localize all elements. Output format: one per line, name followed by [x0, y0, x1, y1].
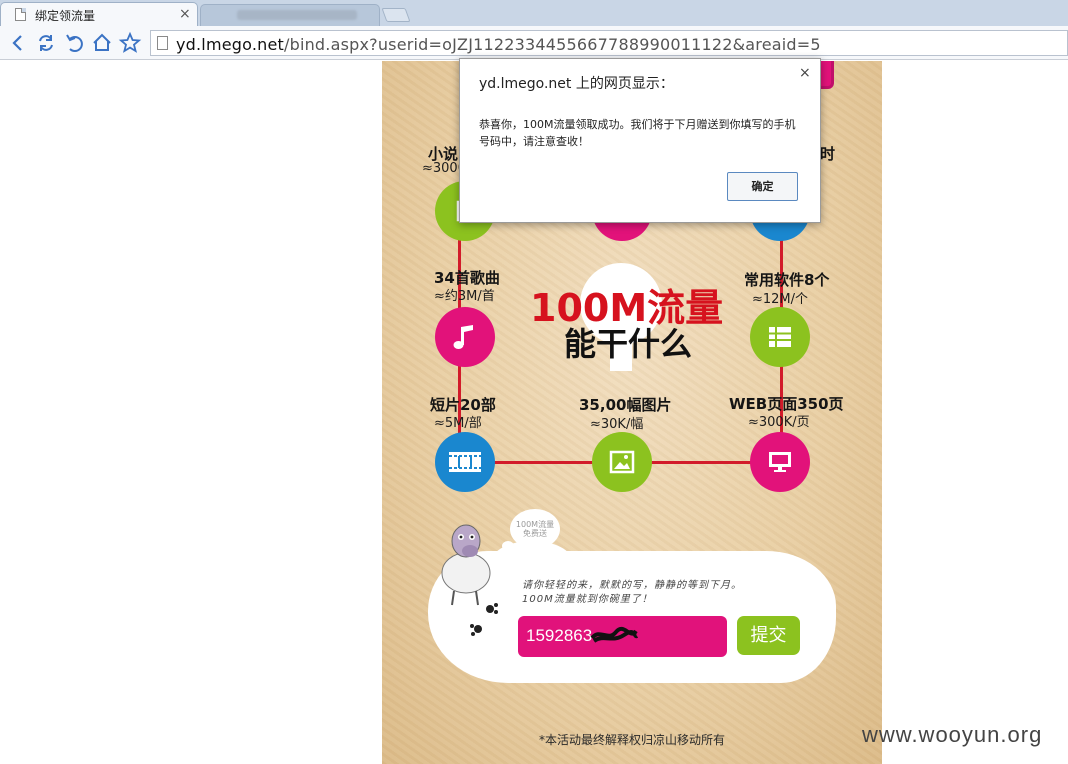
page-favicon-icon — [15, 8, 26, 21]
browser-toolbar: yd.lmego.net/bind.aspx?userid=oJZJ112233… — [0, 26, 1068, 60]
watermark: www.wooyun.org — [862, 722, 1043, 747]
thought-line-2: 免费送 — [523, 529, 547, 538]
tab-inactive[interactable] — [200, 4, 380, 26]
alert-dialog: yd.lmego.net 上的网页显示： × 恭喜你，100M流量领取成功。我们… — [459, 58, 821, 223]
url-path: /bind.aspx?userid=oJZJ112233445566778899… — [284, 35, 821, 54]
tab-strip: 绑定领流量 × — [0, 0, 1068, 26]
item-videos-detail: ≈5M/部 — [434, 416, 482, 431]
picture-icon — [609, 450, 635, 474]
address-bar[interactable]: yd.lmego.net/bind.aspx?userid=oJZJ112233… — [150, 30, 1068, 56]
monitor-icon — [769, 452, 791, 472]
item-time-label: 时 — [820, 145, 836, 163]
paw-prints-icon — [470, 603, 498, 636]
tab-active[interactable]: 绑定领流量 × — [0, 2, 198, 26]
url-host: yd.lmego.net — [176, 35, 284, 54]
submit-button[interactable]: 提交 — [737, 616, 800, 655]
tab-title: 绑定领流量 — [35, 9, 96, 23]
tab-close-icon[interactable]: × — [179, 6, 191, 22]
thought-bubble: 100M流量 免费送 — [510, 509, 560, 549]
poem-line-2: 100M流量就到你碗里了！ — [522, 594, 653, 605]
item-web-detail: ≈300K/页 — [748, 415, 810, 430]
film-icon — [449, 452, 481, 472]
item-pictures-detail: ≈30K/幅 — [590, 417, 644, 432]
item-songs-circle — [435, 307, 495, 367]
poem-text: 请你轻轻的来，默默的写，静静的等到下月。 100M流量就到你碗里了！ — [522, 579, 822, 607]
home-icon[interactable] — [90, 31, 114, 55]
item-apps-label: 常用软件8个 — [744, 271, 830, 289]
headline-sub: 能干什么 — [564, 325, 693, 363]
bookmark-star-icon[interactable] — [118, 31, 142, 55]
item-pictures-label: 35,00幅图片 — [579, 396, 672, 414]
sheep-mascot-icon — [441, 524, 491, 606]
back-arrow-icon[interactable] — [6, 31, 30, 55]
redaction-scribble — [590, 626, 638, 643]
url-text[interactable]: yd.lmego.net/bind.aspx?userid=oJZJ112233… — [176, 35, 821, 54]
thought-line-1: 100M流量 — [515, 520, 555, 529]
undo-icon[interactable] — [62, 31, 86, 55]
dialog-close-icon[interactable]: × — [799, 65, 811, 81]
dialog-ok-button[interactable]: 确定 — [727, 172, 798, 201]
item-songs-detail: ≈约3M/首 — [434, 289, 495, 304]
poem-line-1: 请你轻轻的来，默默的写，静静的等到下月。 — [522, 580, 742, 591]
footer-disclaimer: *本活动最终解释权归凉山移动所有 — [538, 733, 725, 747]
item-videos-circle — [435, 432, 495, 492]
tab-blurred-title — [237, 10, 357, 20]
dialog-message: 恭喜你，100M流量领取成功。我们将于下月赠送到你填写的手机号码中，请注意查收！ — [479, 118, 796, 148]
reload-icon[interactable] — [34, 31, 58, 55]
item-web-circle — [750, 432, 810, 492]
music-note-icon — [453, 325, 473, 349]
item-apps-circle — [750, 307, 810, 367]
dialog-title: yd.lmego.net 上的网页显示： — [479, 76, 674, 92]
apps-grid-icon — [769, 327, 791, 347]
item-pictures-circle — [592, 432, 652, 492]
new-tab-button[interactable] — [381, 8, 411, 22]
item-apps-detail: ≈12M/个 — [752, 292, 809, 307]
page-icon — [157, 36, 168, 50]
